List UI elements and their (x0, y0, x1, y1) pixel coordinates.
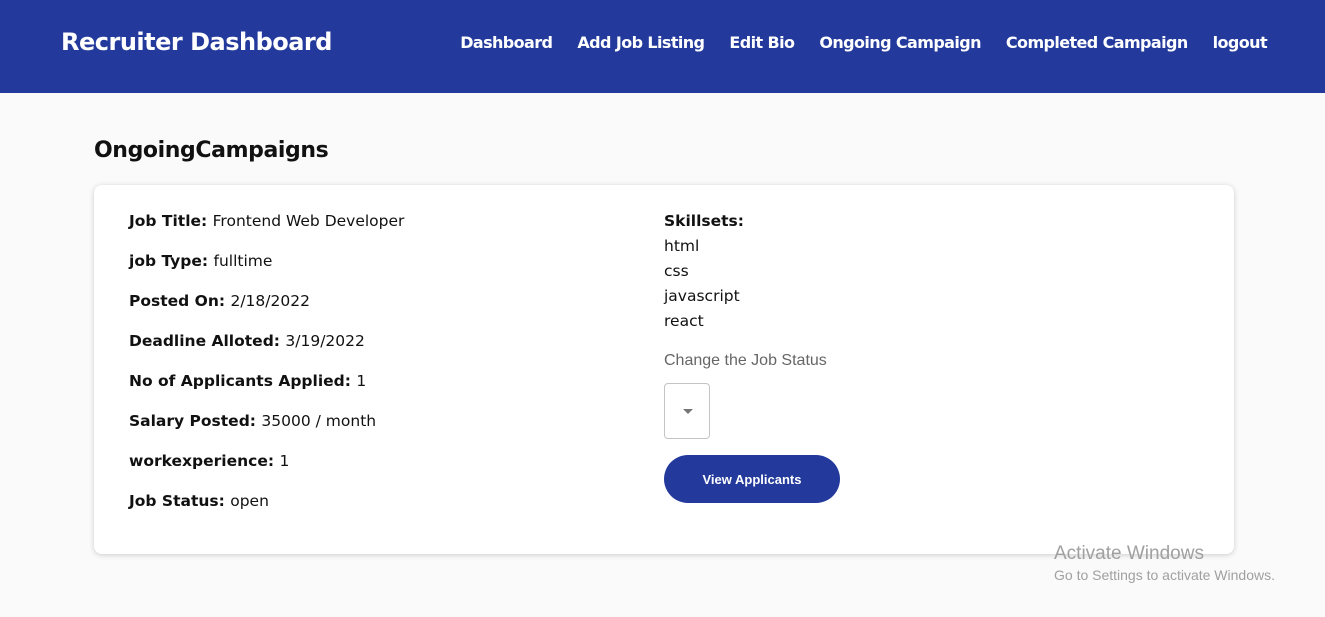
top-navbar: Recruiter Dashboard Dashboard Add Job Li… (0, 0, 1325, 93)
nav-dashboard[interactable]: Dashboard (460, 33, 553, 52)
field-label: workexperience: (129, 452, 275, 470)
field-value: 2/18/2022 (230, 292, 310, 310)
deadline-field: Deadline Alloted: 3/19/2022 (129, 332, 365, 350)
field-label: Salary Posted: (129, 412, 256, 430)
skill-item: javascript (664, 287, 740, 305)
chevron-down-icon (683, 409, 693, 414)
job-type-field: job Type: fulltime (129, 252, 272, 270)
skill-item: html (664, 237, 700, 255)
nav-links: Dashboard Add Job Listing Edit Bio Ongoi… (460, 33, 1267, 52)
field-label: Posted On: (129, 292, 226, 310)
field-label: Job Title: (129, 212, 208, 230)
job-status-select[interactable] (664, 383, 710, 439)
posted-on-field: Posted On: 2/18/2022 (129, 292, 310, 310)
brand-title: Recruiter Dashboard (61, 28, 332, 56)
nav-logout[interactable]: logout (1213, 33, 1268, 52)
job-title-field: Job Title: Frontend Web Developer (129, 212, 404, 230)
field-label: No of Applicants Applied: (129, 372, 351, 390)
nav-add-job-listing[interactable]: Add Job Listing (577, 33, 705, 52)
skillsets-heading: Skillsets: (664, 212, 744, 230)
skill-item: css (664, 262, 689, 280)
field-value: 3/19/2022 (285, 332, 365, 350)
field-label: Deadline Alloted: (129, 332, 280, 350)
job-status-field: Job Status: open (129, 492, 269, 510)
applicants-count-field: No of Applicants Applied: 1 (129, 372, 366, 390)
page-title: OngoingCampaigns (94, 138, 329, 163)
nav-completed-campaign[interactable]: Completed Campaign (1006, 33, 1188, 52)
field-value: Frontend Web Developer (212, 212, 405, 230)
watermark-subtitle: Go to Settings to activate Windows. (1054, 567, 1275, 583)
field-value: 1 (279, 452, 290, 470)
skill-item: react (664, 312, 704, 330)
campaign-card: Job Title: Frontend Web Developer job Typ… (94, 185, 1234, 554)
work-experience-field: workexperience: 1 (129, 452, 289, 470)
nav-edit-bio[interactable]: Edit Bio (729, 33, 795, 52)
view-applicants-button[interactable]: View Applicants (664, 455, 840, 503)
field-label: job Type: (129, 252, 209, 270)
windows-activation-watermark: Activate Windows Go to Settings to activ… (1054, 543, 1275, 583)
watermark-title: Activate Windows (1054, 543, 1204, 564)
salary-field: Salary Posted: 35000 / month (129, 412, 376, 430)
field-label: Job Status: (129, 492, 225, 510)
field-value: fulltime (213, 252, 273, 270)
field-value: 35000 / month (261, 412, 377, 430)
field-value: 1 (356, 372, 367, 390)
field-value: open (230, 492, 269, 510)
nav-ongoing-campaign[interactable]: Ongoing Campaign (819, 33, 981, 52)
change-status-label: Change the Job Status (664, 352, 827, 369)
